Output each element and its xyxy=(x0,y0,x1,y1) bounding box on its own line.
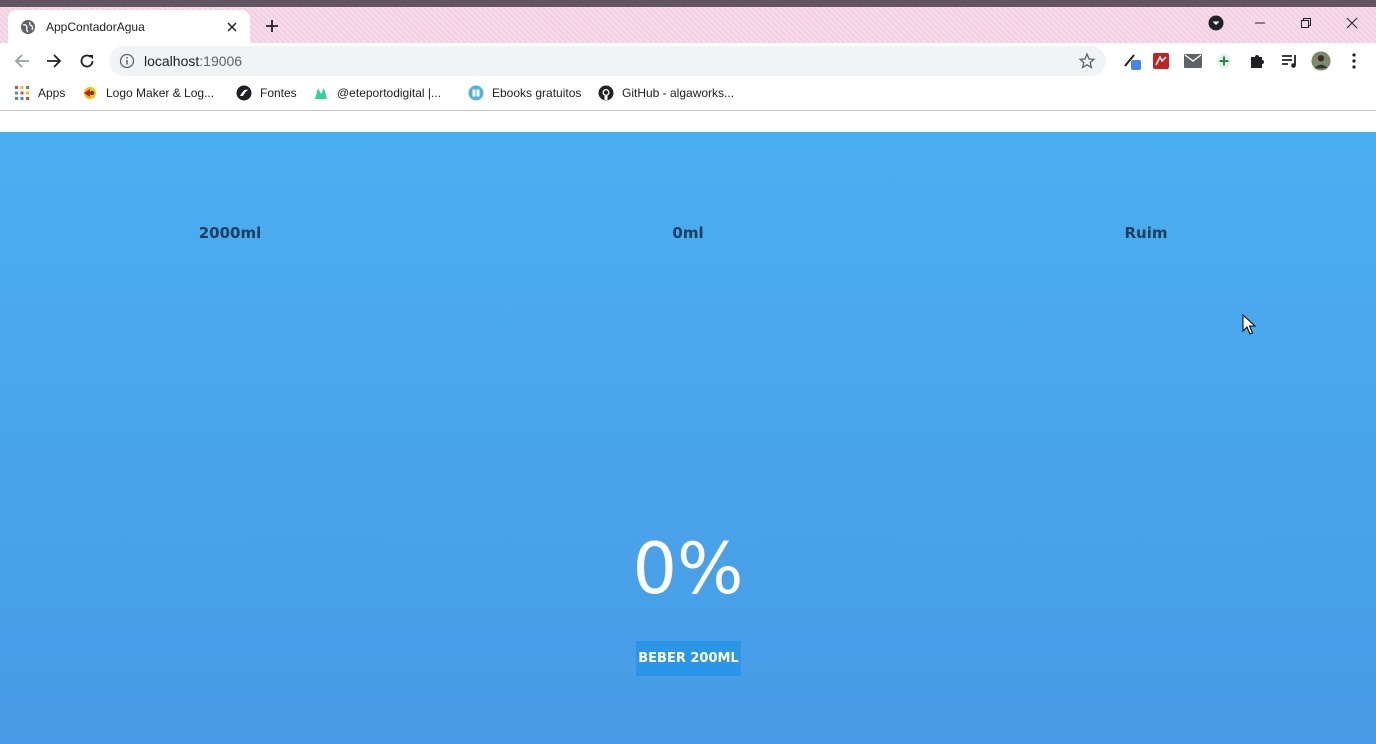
puzzle-extensions-icon[interactable] xyxy=(1247,51,1267,71)
mouse-cursor-icon xyxy=(1242,313,1257,336)
fontes-icon xyxy=(236,85,252,101)
address-bar[interactable]: localhost:19006 xyxy=(109,46,1106,76)
bookmark-label: Fontes xyxy=(260,86,297,100)
progress-percent: 0% xyxy=(632,528,744,610)
window-top-strip xyxy=(0,0,1376,7)
bookmark-logo-maker[interactable]: Logo Maker & Log... xyxy=(82,84,214,102)
bookmarks-bar: Apps Logo Maker & Log... Fontes @eteport… xyxy=(0,79,1376,107)
apps-grid-icon xyxy=(14,85,30,101)
back-arrow-icon[interactable] xyxy=(10,49,34,73)
page-top-margin xyxy=(0,111,1376,132)
github-icon xyxy=(598,85,614,101)
restore-icon[interactable] xyxy=(1292,13,1320,33)
consumed-text: 0ml xyxy=(672,224,704,242)
forward-arrow-icon[interactable] xyxy=(42,49,66,73)
bookmark-apps[interactable]: Apps xyxy=(14,84,65,102)
goal-text: 2000ml xyxy=(198,224,262,242)
drink-200ml-button[interactable]: BEBER 200ML xyxy=(636,641,741,676)
bookmark-label: Ebooks gratuitos xyxy=(492,86,582,100)
url-text: localhost:19006 xyxy=(144,53,242,69)
bookmark-fontes[interactable]: Fontes xyxy=(236,84,297,102)
bookmark-label: GitHub - algaworks... xyxy=(622,86,735,100)
eteporto-icon xyxy=(313,85,329,101)
kebab-menu-icon[interactable] xyxy=(1344,51,1364,71)
mail-icon[interactable] xyxy=(1183,51,1203,71)
media-queue-icon[interactable] xyxy=(1280,51,1300,71)
reload-icon[interactable] xyxy=(75,49,99,73)
bookmark-label: @eteportodigital |... xyxy=(337,86,442,100)
color-picker-extension-icon[interactable] xyxy=(1122,51,1142,71)
app-container: 2000ml 0ml Ruim 0% BEBER 200ML xyxy=(0,132,1376,744)
logo-maker-icon xyxy=(82,85,98,101)
bookmark-label: Logo Maker & Log... xyxy=(106,86,215,100)
close-tab-icon[interactable] xyxy=(224,19,240,35)
url-port: :19006 xyxy=(199,53,243,69)
red-extension-icon[interactable] xyxy=(1151,51,1171,71)
globe-icon xyxy=(20,19,36,35)
browser-tab[interactable]: AppContadorAgua xyxy=(8,10,250,43)
new-tab-button[interactable] xyxy=(262,16,282,36)
info-icon[interactable] xyxy=(119,53,135,69)
bookmark-eteportodigital[interactable]: @eteportodigital |... xyxy=(313,84,441,102)
browser-toolbar: localhost:19006 xyxy=(0,43,1376,79)
bookmark-star-icon[interactable] xyxy=(1078,52,1096,70)
ebooks-icon xyxy=(468,85,484,101)
tab-bar: AppContadorAgua xyxy=(0,7,1376,43)
bookmark-github[interactable]: GitHub - algaworks... xyxy=(598,84,734,102)
minimize-icon[interactable] xyxy=(1246,13,1274,33)
status-text: Ruim xyxy=(1124,224,1168,242)
url-host: localhost xyxy=(144,53,200,69)
tab-search-icon[interactable] xyxy=(1202,13,1230,33)
plus-extension-icon[interactable] xyxy=(1214,51,1234,71)
bookmark-ebooks[interactable]: Ebooks gratuitos xyxy=(468,84,581,102)
bookmark-label: Apps xyxy=(38,86,66,100)
close-window-icon[interactable] xyxy=(1338,13,1366,33)
tab-title: AppContadorAgua xyxy=(46,19,145,34)
profile-avatar-icon[interactable] xyxy=(1311,51,1331,71)
